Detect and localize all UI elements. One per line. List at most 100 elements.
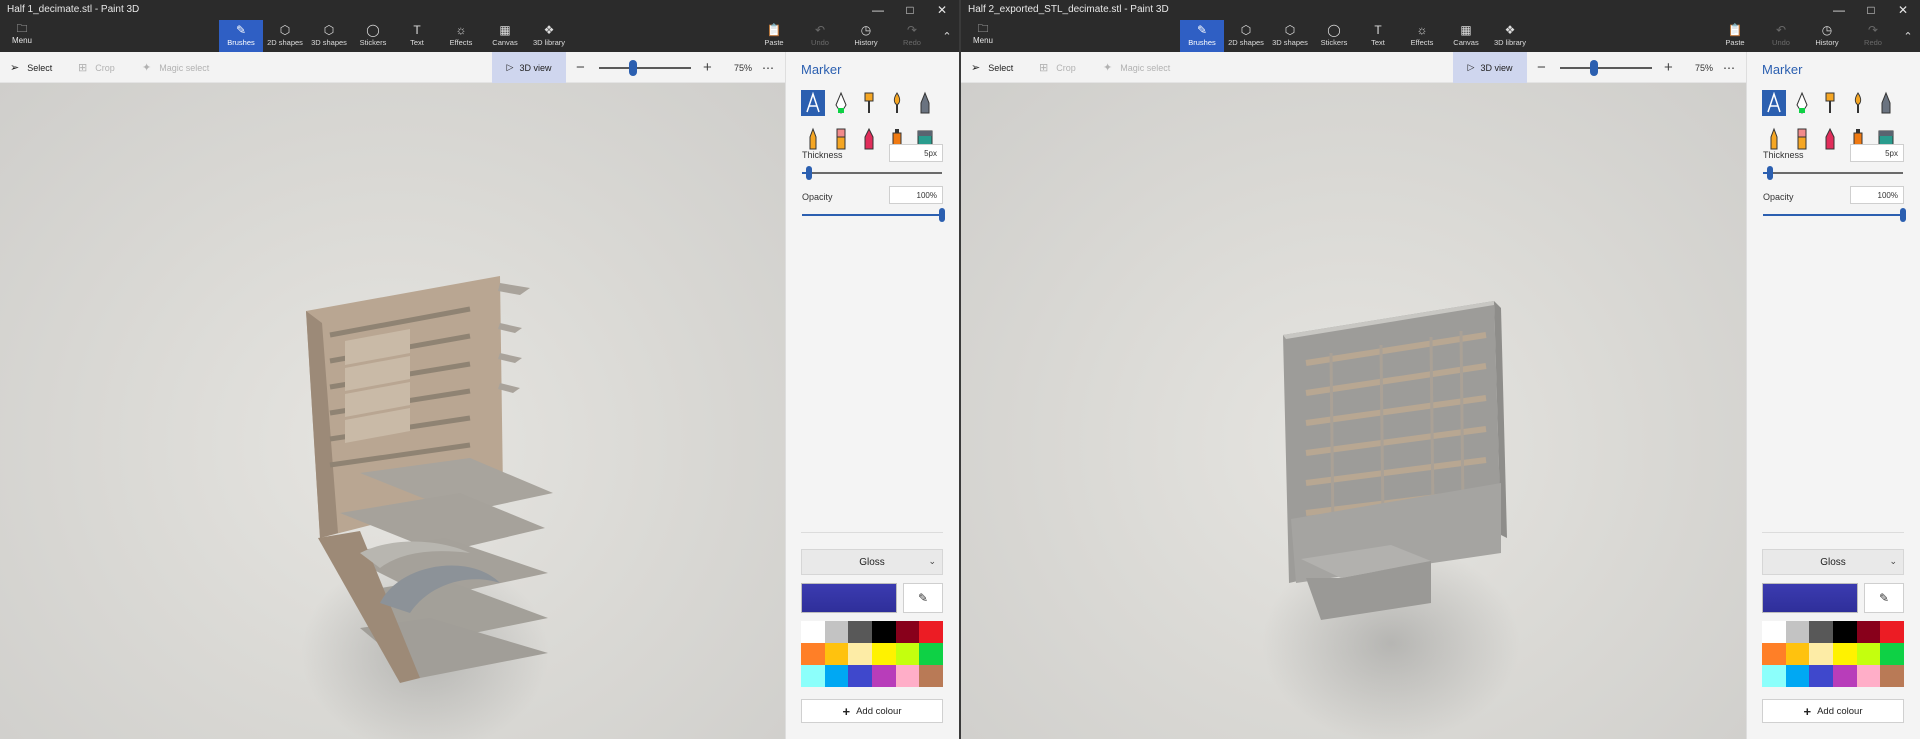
tab-stickers[interactable]: ◯ Stickers	[1312, 20, 1356, 52]
more-options-icon[interactable]: ⋯	[1723, 52, 1735, 83]
zoom-in-button[interactable]: +	[1664, 52, 1673, 83]
crop-button[interactable]: ⊞ Crop	[78, 52, 115, 83]
color-swatch[interactable]	[871, 621, 896, 643]
magic-select-button[interactable]: ✦ Magic select	[1103, 52, 1170, 83]
menu-button[interactable]: 🗀 Menu	[965, 22, 1001, 50]
opacity-slider-thumb[interactable]	[1900, 208, 1906, 222]
color-swatch[interactable]	[801, 643, 825, 665]
color-swatch[interactable]	[895, 665, 920, 687]
history-button[interactable]: ◷ History	[843, 20, 889, 52]
oil-brush-icon[interactable]	[857, 90, 881, 116]
color-swatch[interactable]	[1880, 621, 1904, 643]
tab-canvas[interactable]: ▦ Canvas	[483, 20, 527, 52]
color-swatch[interactable]	[1880, 643, 1904, 665]
color-swatch[interactable]	[919, 643, 943, 665]
crayon-icon[interactable]	[1818, 126, 1842, 152]
select-button[interactable]: ➢ Select	[10, 52, 52, 83]
color-swatch[interactable]	[919, 665, 943, 687]
thickness-slider[interactable]	[1763, 172, 1903, 174]
paste-button[interactable]: 📋 Paste	[1712, 20, 1758, 52]
select-button[interactable]: ➢ Select	[971, 52, 1013, 83]
marker-brush-icon[interactable]	[801, 90, 825, 116]
eyedropper-icon[interactable]: ✎	[903, 583, 943, 613]
color-swatch[interactable]	[848, 643, 872, 665]
calligraphy-pen-icon[interactable]	[829, 90, 853, 116]
tab-text[interactable]: T Text	[395, 20, 439, 52]
menu-button[interactable]: 🗀 Menu	[4, 22, 40, 50]
zoom-out-button[interactable]: −	[576, 52, 585, 83]
thickness-slider-thumb[interactable]	[1767, 166, 1773, 180]
minimize-icon[interactable]: —	[863, 0, 893, 20]
tab-3d-shapes[interactable]: ⬡ 3D shapes	[307, 20, 351, 52]
3d-view-toggle[interactable]: ▷ 3D view	[1453, 52, 1527, 83]
minimize-icon[interactable]: —	[1824, 0, 1854, 20]
collapse-ribbon-icon[interactable]: ⌃	[935, 20, 959, 52]
current-color-swatch[interactable]	[801, 583, 897, 613]
canvas-3d-scene[interactable]	[0, 83, 785, 739]
crayon-icon[interactable]	[857, 126, 881, 152]
canvas-3d-scene[interactable]	[961, 83, 1746, 739]
color-swatch[interactable]	[1856, 643, 1881, 665]
thickness-input[interactable]: 5px	[1850, 144, 1904, 162]
color-swatch[interactable]	[1856, 621, 1881, 643]
color-swatch[interactable]	[848, 621, 872, 643]
add-colour-button[interactable]: + Add colour	[1762, 699, 1904, 723]
color-swatch[interactable]	[1762, 643, 1786, 665]
color-swatch[interactable]	[824, 643, 849, 665]
tab-3d-library[interactable]: ❖ 3D library	[527, 20, 571, 52]
zoom-in-button[interactable]: +	[703, 52, 712, 83]
gloss-dropdown[interactable]: Gloss ⌄	[801, 549, 943, 575]
eyedropper-icon[interactable]: ✎	[1864, 583, 1904, 613]
zoom-slider-thumb[interactable]	[1590, 60, 1598, 76]
tab-canvas[interactable]: ▦ Canvas	[1444, 20, 1488, 52]
color-swatch[interactable]	[1762, 665, 1786, 687]
magic-select-button[interactable]: ✦ Magic select	[142, 52, 209, 83]
color-swatch[interactable]	[1785, 665, 1810, 687]
tab-2d-shapes[interactable]: ⬡ 2D shapes	[263, 20, 307, 52]
zoom-out-button[interactable]: −	[1537, 52, 1546, 83]
color-swatch[interactable]	[919, 621, 943, 643]
color-swatch[interactable]	[1809, 643, 1833, 665]
close-icon[interactable]: ✕	[927, 0, 957, 20]
tab-brushes[interactable]: ✎ Brushes	[1180, 20, 1224, 52]
watercolor-icon[interactable]	[1846, 90, 1870, 116]
tab-stickers[interactable]: ◯ Stickers	[351, 20, 395, 52]
maximize-icon[interactable]: □	[1856, 0, 1886, 20]
opacity-slider-thumb[interactable]	[939, 208, 945, 222]
tab-2d-shapes[interactable]: ⬡ 2D shapes	[1224, 20, 1268, 52]
building-model-1[interactable]	[0, 83, 785, 739]
building-model-2[interactable]	[961, 83, 1746, 739]
opacity-input[interactable]: 100%	[1850, 186, 1904, 204]
zoom-slider[interactable]	[1560, 67, 1652, 69]
thickness-input[interactable]: 5px	[889, 144, 943, 162]
color-swatch[interactable]	[895, 643, 920, 665]
paste-button[interactable]: 📋 Paste	[751, 20, 797, 52]
collapse-ribbon-icon[interactable]: ⌃	[1896, 20, 1920, 52]
thickness-slider[interactable]	[802, 172, 942, 174]
pixel-pen-icon[interactable]	[1874, 90, 1898, 116]
tab-3d-library[interactable]: ❖ 3D library	[1488, 20, 1532, 52]
more-options-icon[interactable]: ⋯	[762, 52, 774, 83]
color-swatch[interactable]	[1832, 665, 1857, 687]
color-swatch[interactable]	[1809, 665, 1833, 687]
color-swatch[interactable]	[1785, 643, 1810, 665]
tab-effects[interactable]: ☼ Effects	[439, 20, 483, 52]
color-swatch[interactable]	[1880, 665, 1904, 687]
thickness-slider-thumb[interactable]	[806, 166, 812, 180]
crop-button[interactable]: ⊞ Crop	[1039, 52, 1076, 83]
color-swatch[interactable]	[824, 665, 849, 687]
undo-button[interactable]: ↶ Undo	[797, 20, 843, 52]
watercolor-icon[interactable]	[885, 90, 909, 116]
color-swatch[interactable]	[1762, 621, 1786, 643]
tab-text[interactable]: T Text	[1356, 20, 1400, 52]
color-swatch[interactable]	[1832, 643, 1857, 665]
maximize-icon[interactable]: □	[895, 0, 925, 20]
eraser-icon[interactable]	[829, 126, 853, 152]
history-button[interactable]: ◷ History	[1804, 20, 1850, 52]
pixel-pen-icon[interactable]	[913, 90, 937, 116]
tab-3d-shapes[interactable]: ⬡ 3D shapes	[1268, 20, 1312, 52]
color-swatch[interactable]	[895, 621, 920, 643]
color-swatch[interactable]	[824, 621, 849, 643]
pencil-icon[interactable]	[1762, 126, 1786, 152]
color-swatch[interactable]	[1856, 665, 1881, 687]
